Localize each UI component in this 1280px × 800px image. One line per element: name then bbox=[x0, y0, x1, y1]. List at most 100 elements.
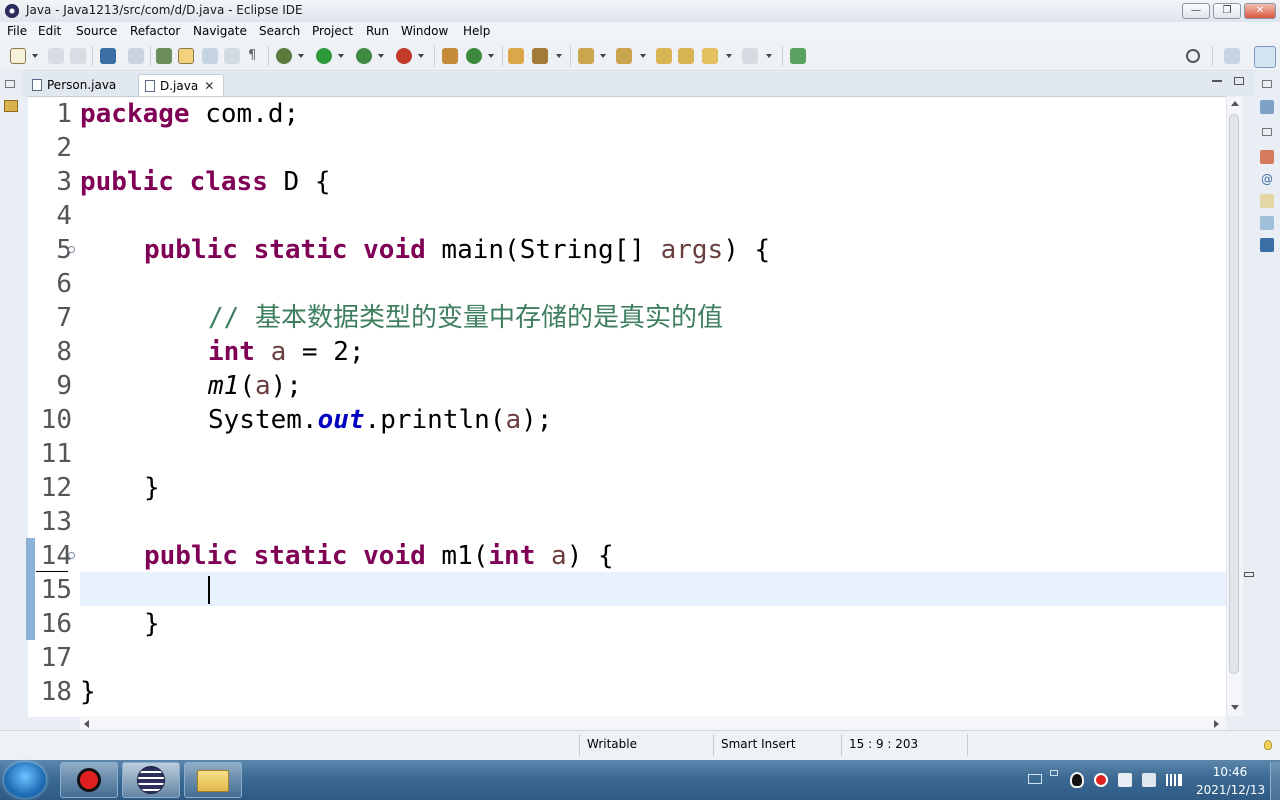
console-icon[interactable] bbox=[1260, 238, 1274, 252]
search-tool-icon[interactable] bbox=[532, 48, 548, 64]
run-icon[interactable] bbox=[316, 48, 332, 64]
build-icon[interactable] bbox=[156, 48, 172, 64]
package-explorer-icon[interactable] bbox=[4, 100, 18, 112]
last-edit-location-icon[interactable] bbox=[656, 48, 672, 64]
recording-tray-icon[interactable] bbox=[1094, 773, 1108, 787]
code-line-5: public static void main(String[] args) { bbox=[144, 233, 770, 267]
coverage-icon[interactable] bbox=[356, 48, 372, 64]
close-tab-icon[interactable]: ✕ bbox=[204, 75, 214, 97]
scroll-down-icon[interactable] bbox=[1231, 705, 1239, 710]
restore-view-icon[interactable] bbox=[5, 80, 15, 88]
tab-label: Person.java bbox=[47, 78, 117, 92]
tray-expand-icon[interactable] bbox=[1050, 770, 1058, 776]
folder-icon bbox=[197, 770, 229, 792]
safely-remove-icon[interactable] bbox=[1118, 773, 1132, 787]
back-icon[interactable] bbox=[702, 48, 718, 64]
previous-annotation-icon[interactable] bbox=[616, 48, 632, 64]
line-number: 10 bbox=[40, 405, 72, 435]
overview-ruler-marker[interactable] bbox=[1244, 572, 1254, 577]
outline-icon[interactable] bbox=[1260, 100, 1274, 114]
new-icon[interactable] bbox=[10, 48, 26, 64]
maximize-editor-icon[interactable] bbox=[1234, 77, 1244, 85]
menu-window[interactable]: Window bbox=[401, 24, 448, 38]
mark-occurrences-icon[interactable] bbox=[178, 48, 194, 64]
new-java-class-icon[interactable] bbox=[466, 48, 482, 64]
declaration-icon[interactable] bbox=[1260, 194, 1274, 208]
eclipse-logo-icon bbox=[5, 4, 19, 18]
scroll-up-icon[interactable] bbox=[1231, 101, 1239, 106]
new-java-package-icon[interactable] bbox=[442, 48, 458, 64]
run-dropdown-icon[interactable] bbox=[338, 54, 344, 58]
javadoc-icon[interactable]: @ bbox=[1260, 172, 1274, 186]
previous-annotation-dropdown-icon[interactable] bbox=[640, 54, 646, 58]
code-line-3: public class D { bbox=[80, 165, 330, 199]
coverage-dropdown-icon[interactable] bbox=[378, 54, 384, 58]
search-dropdown-icon[interactable] bbox=[556, 54, 562, 58]
back-dropdown-icon[interactable] bbox=[726, 54, 732, 58]
menu-navigate[interactable]: Navigate bbox=[193, 24, 247, 38]
lightbulb-icon[interactable] bbox=[1264, 740, 1272, 750]
maximize-button[interactable]: ❐ bbox=[1213, 3, 1241, 19]
terminal-icon[interactable] bbox=[100, 48, 116, 64]
qq-icon[interactable] bbox=[1070, 772, 1084, 788]
menu-run[interactable]: Run bbox=[366, 24, 389, 38]
skip-breakpoints-icon[interactable] bbox=[128, 48, 144, 64]
new-dropdown-icon[interactable] bbox=[32, 54, 38, 58]
word-wrap-icon[interactable] bbox=[224, 48, 240, 64]
external-tools-icon[interactable] bbox=[396, 48, 412, 64]
problems-icon[interactable] bbox=[1260, 150, 1274, 164]
horizontal-scrollbar[interactable] bbox=[80, 716, 1226, 730]
fold-toggle-icon[interactable] bbox=[68, 552, 75, 559]
debug-dropdown-icon[interactable] bbox=[298, 54, 304, 58]
external-tools-dropdown-icon[interactable] bbox=[418, 54, 424, 58]
vertical-scroll-thumb[interactable] bbox=[1229, 114, 1239, 674]
line-number: 3 bbox=[56, 167, 72, 197]
start-button[interactable] bbox=[4, 762, 46, 798]
search-icon[interactable] bbox=[1186, 49, 1200, 63]
tab-d-java[interactable]: D.java ✕ bbox=[138, 74, 224, 96]
toolbar-separator bbox=[268, 46, 269, 66]
menu-file[interactable]: File bbox=[7, 24, 27, 38]
menu-help[interactable]: Help bbox=[463, 24, 490, 38]
restore-right-view-icon[interactable] bbox=[1262, 80, 1272, 88]
menu-project[interactable]: Project bbox=[312, 24, 353, 38]
menu-source[interactable]: Source bbox=[76, 24, 117, 38]
system-clock[interactable]: 10:46 2021/12/13 bbox=[1196, 764, 1265, 798]
block-selection-icon[interactable] bbox=[202, 48, 218, 64]
fold-toggle-icon[interactable] bbox=[68, 246, 75, 253]
restore-bottom-view-icon[interactable] bbox=[1262, 128, 1272, 136]
status-cursor-position[interactable]: 15 : 9 : 203 bbox=[849, 737, 918, 751]
keyboard-icon[interactable] bbox=[1028, 774, 1042, 784]
network-signal-icon[interactable] bbox=[1166, 774, 1182, 786]
code-text: m1( bbox=[425, 541, 489, 571]
minimize-button[interactable]: — bbox=[1182, 3, 1210, 19]
minimize-editor-icon[interactable] bbox=[1212, 80, 1222, 82]
save-icon[interactable] bbox=[48, 48, 64, 64]
menu-edit[interactable]: Edit bbox=[38, 24, 61, 38]
next-annotation-icon[interactable] bbox=[578, 48, 594, 64]
show-whitespace-icon[interactable]: ¶ bbox=[248, 48, 264, 64]
status-insert-mode[interactable]: Smart Insert bbox=[721, 737, 796, 751]
close-button[interactable]: ✕ bbox=[1244, 3, 1276, 19]
open-type-icon[interactable] bbox=[508, 48, 524, 64]
search-view-icon[interactable] bbox=[1260, 216, 1274, 230]
menu-search[interactable]: Search bbox=[259, 24, 300, 38]
next-annotation-dropdown-icon[interactable] bbox=[600, 54, 606, 58]
save-all-icon[interactable] bbox=[70, 48, 86, 64]
menu-refactor[interactable]: Refactor bbox=[130, 24, 180, 38]
forward-dropdown-icon[interactable] bbox=[766, 54, 772, 58]
show-desktop-button[interactable] bbox=[1270, 762, 1280, 800]
forward-icon[interactable] bbox=[742, 48, 758, 64]
new-class-dropdown-icon[interactable] bbox=[488, 54, 494, 58]
status-separator bbox=[713, 734, 714, 756]
debug-icon[interactable] bbox=[276, 48, 292, 64]
forward-edit-icon[interactable] bbox=[678, 48, 694, 64]
volume-muted-icon[interactable] bbox=[1142, 773, 1156, 787]
scroll-right-icon[interactable] bbox=[1214, 720, 1219, 728]
code-line-12: } bbox=[144, 473, 160, 503]
tab-person-java[interactable]: Person.java bbox=[26, 74, 134, 96]
scroll-left-icon[interactable] bbox=[84, 720, 89, 728]
pin-editor-icon[interactable] bbox=[790, 48, 806, 64]
open-perspective-icon[interactable] bbox=[1224, 48, 1240, 64]
java-perspective-icon[interactable] bbox=[1254, 46, 1276, 68]
